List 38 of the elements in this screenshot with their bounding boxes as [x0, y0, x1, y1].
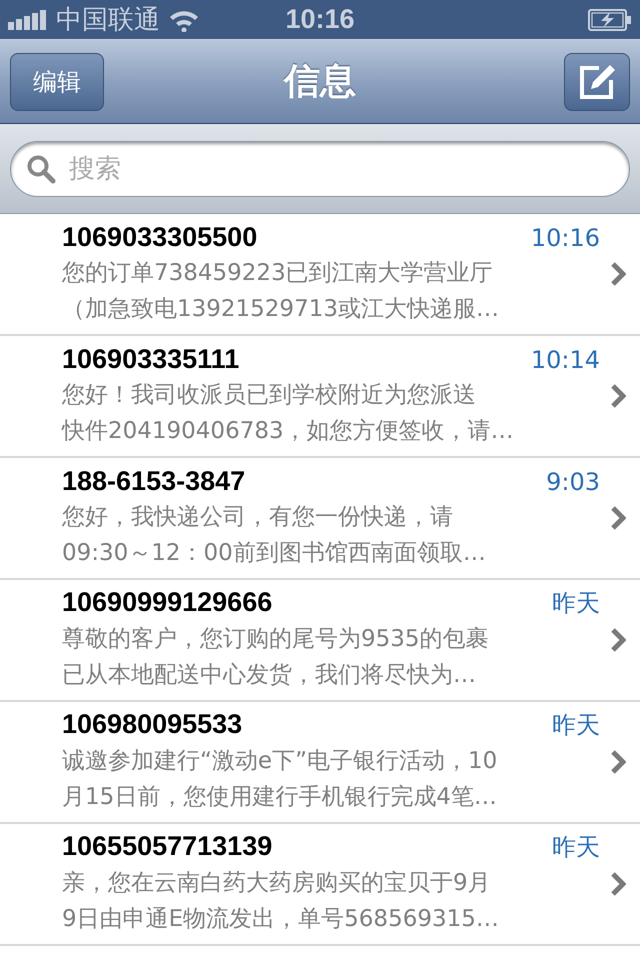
- edit-button[interactable]: 编辑: [10, 52, 104, 110]
- carrier-name: 中国联通: [56, 4, 160, 37]
- chevron-icon: [610, 262, 626, 286]
- sender-name: 188-6153-3847: [62, 466, 246, 496]
- message-row[interactable]: 10690999129666 昨天 尊敬的客户，您订购的尾号为9535的包裹 已从本地配送中心发货，我们将尽快为…: [0, 580, 640, 702]
- message-row[interactable]: 10655057713139 昨天 亲，您在云南白药大药房购买的宝贝于9月 9日由申通E物流发出，单号568569315…: [0, 824, 640, 946]
- chevron-icon: [610, 506, 626, 530]
- message-row[interactable]: 106903335111 10:14 您好！我司收派员已到学校附近为您派送 快件204190406783，如您方便签收，请…: [0, 336, 640, 458]
- chevron-icon: [610, 628, 626, 652]
- chevron-icon: [610, 384, 626, 408]
- sender-name: 10655057713139: [62, 831, 272, 862]
- message-row[interactable]: 106980095533 昨天 诚邀参加建行“激动e下”电子银行活动，10 月15日前，您使用建行手机银行完成4笔…: [0, 702, 640, 824]
- signal-icon: [8, 10, 48, 30]
- chevron-icon: [610, 750, 626, 774]
- message-time: 昨天: [552, 832, 600, 863]
- message-row[interactable]: 188-6153-3847 9:03 您好，我快递公司，有您一份快递，请 09:30～12：00前到图书馆西南面领取…: [0, 458, 640, 580]
- message-preview: 您好，我快递公司，有您一份快递，请 09:30～12：00前到图书馆西南面领取…: [62, 502, 487, 568]
- search-field[interactable]: 搜索: [10, 140, 630, 196]
- message-time: 10:16: [530, 224, 600, 252]
- message-preview: 诚邀参加建行“激动e下”电子银行活动，10 月15日前，您使用建行手机银行完成4笔…: [62, 747, 498, 812]
- message-preview: 您好！我司收派员已到学校附近为您派送 快件204190406783，如您方便签收，请…: [62, 380, 515, 446]
- sender-name: 1069033305500: [62, 222, 258, 252]
- message-time: 9:03: [546, 468, 600, 496]
- chevron-icon: [610, 872, 626, 896]
- message-time: 昨天: [552, 710, 600, 741]
- sender-name: 106903335111: [62, 344, 240, 374]
- message-time: 10:14: [530, 346, 600, 374]
- message-preview: 亲，您在云南白药大药房购买的宝贝于9月 9日由申通E物流发出，单号568569315…: [62, 869, 500, 934]
- status-time: 10:16: [285, 4, 355, 35]
- compose-button[interactable]: [564, 52, 630, 110]
- message-preview: 尊敬的客户，您订购的尾号为9535的包裹 已从本地配送中心发货，我们将尽快为…: [62, 625, 490, 690]
- message-time: 昨天: [552, 588, 600, 619]
- sender-name: 10690999129666: [62, 587, 272, 618]
- screen-title: 信息: [284, 60, 356, 104]
- message-preview: 您的订单738459223已到江南大学营业厅 （加急致电13921529713或江大快递服…: [62, 258, 500, 324]
- battery-charging-icon: [588, 8, 632, 30]
- sender-name: 106980095533: [62, 709, 242, 740]
- message-row[interactable]: 1069033305500 10:16 您的订单738459223已到江南大学营业厅 （加急致电13921529713或江大快递服…: [0, 214, 640, 336]
